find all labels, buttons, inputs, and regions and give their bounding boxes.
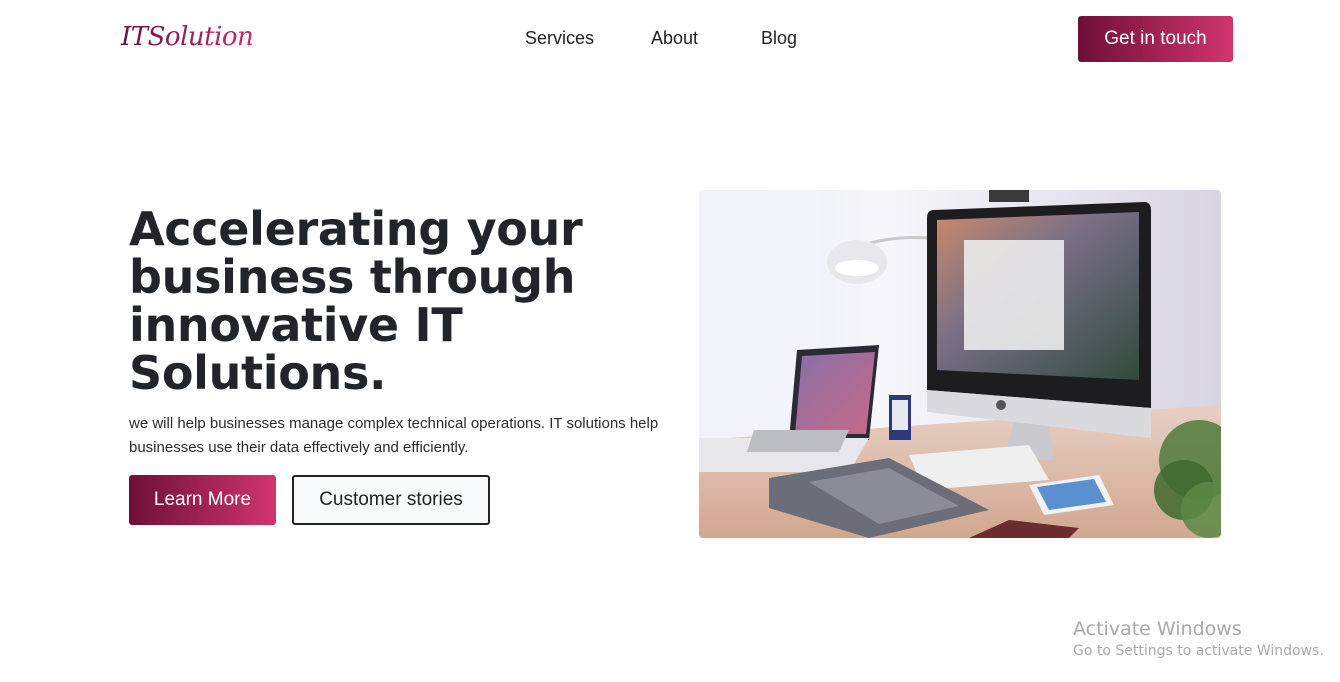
nav-services[interactable]: Services — [525, 28, 594, 49]
customer-stories-button[interactable]: Customer stories — [292, 475, 490, 525]
hero-title: Accelerating your business through innov… — [129, 202, 583, 400]
learn-more-button[interactable]: Learn More — [129, 475, 276, 525]
desk-setup-illustration — [699, 190, 1221, 538]
activate-windows-subtitle: Go to Settings to activate Windows. — [1073, 643, 1324, 659]
hero-subtitle: we will help businesses manage complex t… — [129, 415, 659, 456]
get-in-touch-button[interactable]: Get in touch — [1078, 16, 1233, 62]
activate-windows-title: Activate Windows — [1073, 618, 1242, 640]
hero-image — [699, 190, 1221, 538]
nav-blog[interactable]: Blog — [761, 28, 797, 49]
nav-about[interactable]: About — [651, 28, 698, 49]
site-logo[interactable]: ITSolution — [121, 22, 254, 52]
